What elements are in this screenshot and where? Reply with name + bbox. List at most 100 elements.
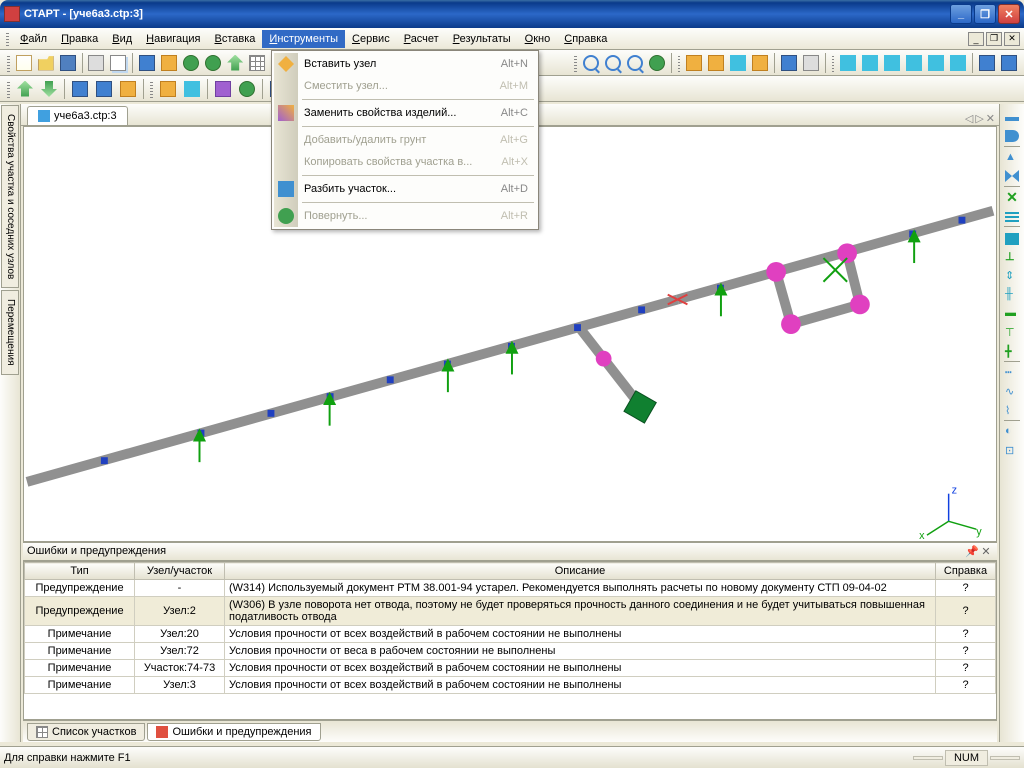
rtool-misc-5[interactable]: ⊡ xyxy=(1002,441,1022,459)
tb2-btn-9[interactable] xyxy=(236,78,258,100)
col-node[interactable]: Узел/участок xyxy=(135,563,225,580)
menu-окно[interactable]: Окно xyxy=(518,30,558,48)
tb-btn-19[interactable] xyxy=(728,52,748,74)
close-button[interactable]: ✕ xyxy=(998,4,1020,24)
rtool-misc-4[interactable]: ◐ xyxy=(1002,422,1022,440)
tb2-btn-2[interactable] xyxy=(38,78,60,100)
toolbar-handle[interactable] xyxy=(832,54,835,72)
menu-item[interactable]: Вставить узелAlt+N xyxy=(274,53,536,75)
tb2-btn-7[interactable] xyxy=(181,78,203,100)
document-tab[interactable]: уче6а3.ctp:3 xyxy=(27,106,128,125)
new-button[interactable] xyxy=(14,52,34,74)
tb-btn-26[interactable] xyxy=(904,52,924,74)
error-row[interactable]: ПримечаниеУчасток:74-73Условия прочности… xyxy=(25,660,996,677)
tb2-btn-5[interactable] xyxy=(117,78,139,100)
toolbar-handle[interactable] xyxy=(678,54,681,72)
tb2-btn-6[interactable] xyxy=(157,78,179,100)
tb-btn-21[interactable] xyxy=(779,52,799,74)
left-tab-properties[interactable]: Свойства участка и соседних узлов xyxy=(1,105,19,288)
menu-справка[interactable]: Справка xyxy=(557,30,614,48)
rtool-misc-3[interactable]: ⌇ xyxy=(1002,401,1022,419)
col-desc[interactable]: Описание xyxy=(225,563,936,580)
zoom-out-button[interactable] xyxy=(603,52,623,74)
tabstrip-close-button[interactable]: ✕ xyxy=(986,112,995,125)
rtool-comp[interactable]: ⇕ xyxy=(1002,266,1022,284)
tb-btn-23[interactable] xyxy=(838,52,858,74)
rtool-slide[interactable]: ▬ xyxy=(1002,304,1022,322)
tabstrip-prev-button[interactable]: ◁ xyxy=(965,112,973,125)
menu-результаты[interactable]: Результаты xyxy=(446,30,518,48)
tb-btn-5[interactable] xyxy=(225,52,245,74)
tabstrip-next-button[interactable]: ▷ xyxy=(975,112,983,125)
col-type[interactable]: Тип xyxy=(25,563,135,580)
menu-вставка[interactable]: Вставка xyxy=(208,30,263,48)
mdi-minimize-button[interactable]: _ xyxy=(968,32,984,46)
toolbar-handle[interactable] xyxy=(150,80,153,98)
left-tab-movements[interactable]: Перемещения xyxy=(1,290,19,375)
tb-btn-1[interactable] xyxy=(137,52,157,74)
col-help[interactable]: Справка xyxy=(936,563,996,580)
menu-item[interactable]: Заменить свойства изделий...Alt+C xyxy=(274,102,536,124)
tb-btn-30[interactable] xyxy=(999,52,1019,74)
toolbar-handle[interactable] xyxy=(574,54,577,72)
zoom-fit-button[interactable] xyxy=(625,52,645,74)
error-row[interactable]: ПримечаниеУзел:3Условия прочности от все… xyxy=(25,677,996,694)
tb-btn-22[interactable] xyxy=(801,52,821,74)
rtool-valve[interactable] xyxy=(1002,167,1022,185)
error-row[interactable]: ПредупреждениеУзел:2(W306) В узле поворо… xyxy=(25,597,996,626)
tb2-btn-3[interactable] xyxy=(69,78,91,100)
tb-btn-29[interactable] xyxy=(977,52,997,74)
rtool-misc-1[interactable]: ┅ xyxy=(1002,363,1022,381)
rtool-anchor[interactable]: ⊤ xyxy=(1002,323,1022,341)
print-button[interactable] xyxy=(86,52,106,74)
menu-сервис[interactable]: Сервис xyxy=(345,30,397,48)
menu-навигация[interactable]: Навигация xyxy=(139,30,207,48)
error-row[interactable]: ПримечаниеУзел:72Условия прочности от ве… xyxy=(25,643,996,660)
toolbar-handle[interactable] xyxy=(7,54,10,72)
rtool-line[interactable] xyxy=(1002,108,1022,126)
minimize-button[interactable]: _ xyxy=(950,4,972,24)
tb-btn-24[interactable] xyxy=(860,52,880,74)
menu-расчет[interactable]: Расчет xyxy=(397,30,446,48)
rtool-hatch[interactable] xyxy=(1002,207,1022,225)
rtool-hang[interactable]: ╫ xyxy=(1002,285,1022,303)
bottom-tab[interactable]: Список участков xyxy=(27,723,145,741)
rtool-guide[interactable]: ╋ xyxy=(1002,342,1022,360)
menu-инструменты[interactable]: Инструменты xyxy=(262,30,345,48)
errors-panel-pin-button[interactable]: 📌 xyxy=(965,545,979,558)
tb-btn-4[interactable] xyxy=(203,52,223,74)
tb-btn-20[interactable] xyxy=(750,52,770,74)
tb-btn-17[interactable] xyxy=(684,52,704,74)
rtool-spring[interactable]: ⊥ xyxy=(1002,247,1022,265)
tb-btn-28[interactable] xyxy=(948,52,968,74)
copy-button[interactable] xyxy=(108,52,128,74)
rtool-bend[interactable] xyxy=(1002,127,1022,145)
tb-btn-18[interactable] xyxy=(706,52,726,74)
save-button[interactable] xyxy=(58,52,78,74)
tb-btn-2[interactable] xyxy=(159,52,179,74)
menu-item[interactable]: Разбить участок...Alt+D xyxy=(274,178,536,200)
menu-вид[interactable]: Вид xyxy=(105,30,139,48)
menu-файл[interactable]: Файл xyxy=(13,30,54,48)
errors-panel-close-button[interactable]: ✕ xyxy=(979,545,993,558)
tb2-btn-4[interactable] xyxy=(93,78,115,100)
rtool-tee[interactable] xyxy=(1002,228,1022,246)
refresh-button[interactable] xyxy=(647,52,667,74)
tb-btn-27[interactable] xyxy=(926,52,946,74)
error-row[interactable]: ПримечаниеУзел:20Условия прочности от вс… xyxy=(25,626,996,643)
tb2-btn-1[interactable] xyxy=(14,78,36,100)
rtool-support-1[interactable]: ▲ xyxy=(1002,148,1022,166)
mdi-restore-button[interactable]: ❐ xyxy=(986,32,1002,46)
tb-btn-6[interactable] xyxy=(247,52,267,74)
mdi-close-button[interactable]: ✕ xyxy=(1004,32,1020,46)
menubar-handle[interactable] xyxy=(6,32,9,46)
maximize-button[interactable]: ❐ xyxy=(974,4,996,24)
errors-table[interactable]: Тип Узел/участок Описание Справка Предуп… xyxy=(23,561,997,720)
open-button[interactable] xyxy=(36,52,56,74)
toolbar-handle[interactable] xyxy=(7,80,10,98)
bottom-tab[interactable]: Ошибки и предупреждения xyxy=(147,723,320,741)
tb-btn-25[interactable] xyxy=(882,52,902,74)
rtool-x[interactable]: ✕ xyxy=(1002,188,1022,206)
zoom-in-button[interactable] xyxy=(581,52,601,74)
tb-btn-3[interactable] xyxy=(181,52,201,74)
